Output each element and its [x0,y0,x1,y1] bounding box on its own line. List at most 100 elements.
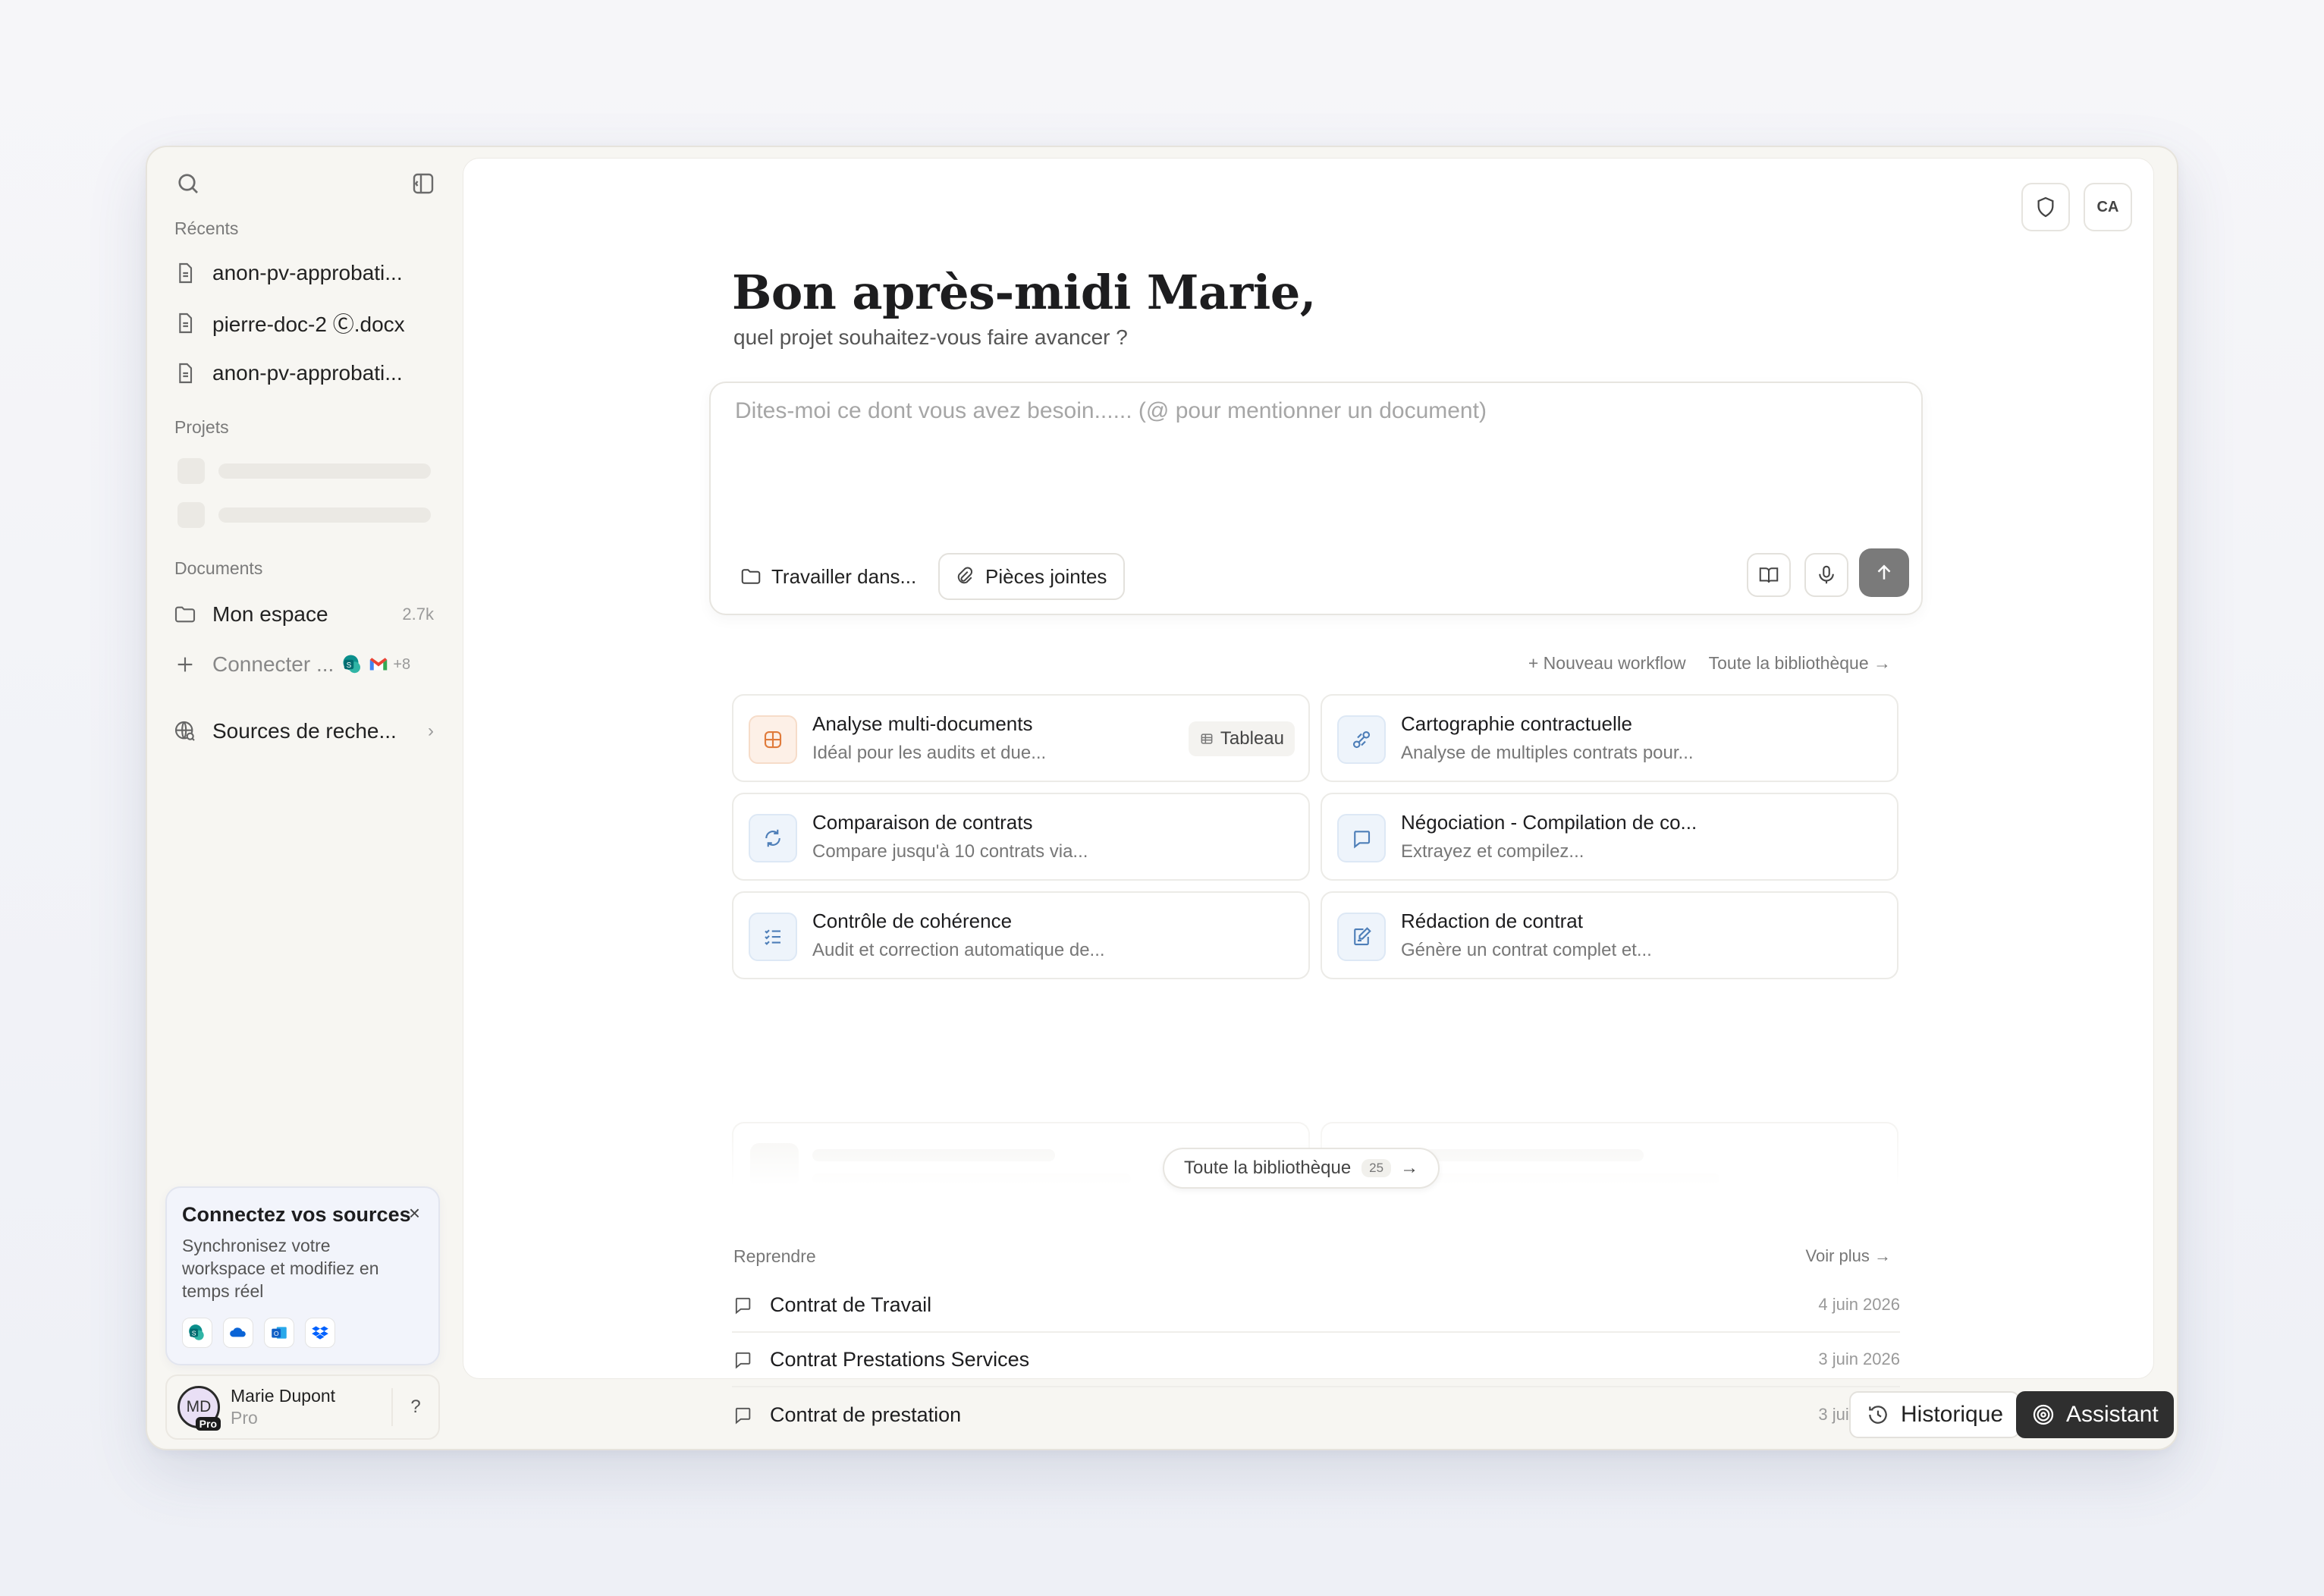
recent-item-label: anon-pv-approbati... [212,361,403,385]
recent-item[interactable]: anon-pv-approbati... [173,250,440,296]
sidebar: Récents anon-pv-approbati... pierre-doc-… [147,147,455,1449]
workflow-card[interactable]: Analyse multi-documents Idéal pour les a… [732,694,1310,782]
connect-card-description: Synchronisez votre workspace et modifiez… [182,1236,379,1301]
outlook-icon[interactable]: O [264,1318,294,1348]
work-in-label: Travailler dans... [771,564,917,588]
new-workflow-link[interactable]: + Nouveau workflow [1528,653,1686,674]
connect-sources-card: Connectez vos sources × Synchronisez vot… [165,1186,440,1365]
profile-button[interactable]: CA [2084,183,2132,231]
workflow-description: Analyse de multiples contrats pour... [1401,743,1694,763]
recent-item[interactable]: anon-pv-approbati... [173,350,440,396]
sharepoint-icon[interactable]: S [182,1318,212,1348]
connector-icons: S +8 [341,653,410,676]
resume-item[interactable]: Contrat de Travail 4 juin 2026 [732,1278,1900,1333]
svg-text:O: O [274,1330,279,1337]
all-library-link[interactable]: Toute la bibliothèque → [1709,653,1891,674]
arrow-up-icon [1877,564,1891,580]
main-panel: CA Bon après-midi Marie, quel projet sou… [463,158,2154,1426]
table-icon [1201,734,1213,744]
chat-bubble-icon [732,1349,753,1370]
projects-heading: Projets [174,417,229,437]
all-library-label: Toute la bibliothèque [1184,1158,1352,1178]
all-library-button[interactable]: Toute la bibliothèque 25 → [1163,1148,1440,1189]
research-sources-item[interactable]: Sources de reche... › [173,708,440,754]
shield-button[interactable] [2021,183,2070,231]
work-in-button[interactable]: Travailler dans... [726,553,933,600]
edit-document-icon [1337,913,1386,961]
map-pin-route-icon [1337,715,1386,764]
attachments-button[interactable]: Pièces jointes [938,553,1126,600]
resume-item-title: Contrat de prestation [770,1403,962,1426]
my-space-item[interactable]: Mon espace 2.7k [173,592,440,637]
clock-history-icon [1866,1403,1890,1427]
user-name: Marie Dupont [231,1386,336,1406]
workflow-card[interactable]: Rédaction de contrat Génère un contrat c… [1321,891,1898,979]
see-more-link[interactable]: Voir plus → [1806,1246,1892,1266]
history-button[interactable]: Historique [1849,1391,2021,1438]
search-icon[interactable] [174,170,202,197]
workflow-card[interactable]: Comparaison de contrats Compare jusqu'à … [732,793,1310,881]
assistant-label: Assistant [2066,1402,2159,1427]
my-space-label: Mon espace [212,602,328,626]
pro-badge: Pro [195,1417,221,1431]
recent-item[interactable]: pierre-doc-2 Ⓒ.docx [173,300,440,346]
svg-text:S: S [192,1329,196,1337]
resume-item-date: 3 juin 2026 [1818,1349,1900,1368]
chat-bubble-icon [732,1404,753,1425]
globe-search-icon [173,719,197,743]
workflow-description: Génère un contrat complet et... [1401,940,1652,960]
connector-more-count: +8 [393,655,411,673]
library-button[interactable] [1747,553,1791,597]
my-space-count: 2.7k [402,605,434,624]
plus-icon [173,652,197,677]
assistant-spiral-icon [2031,1403,2055,1427]
workflow-card[interactable]: Cartographie contractuelle Analyse de mu… [1321,694,1898,782]
recent-item-label: pierre-doc-2 Ⓒ.docx [212,313,405,336]
refresh-icon [749,814,797,862]
onedrive-icon[interactable] [223,1318,253,1348]
shield-icon [2037,196,2054,218]
resume-item-title: Contrat de Travail [770,1293,932,1316]
arrow-right-icon: → [1400,1158,1419,1178]
paperclip-icon [953,565,976,588]
workflow-card[interactable]: Négociation - Compilation de co... Extra… [1321,793,1898,881]
avatar-initials: MD [186,1398,212,1415]
workflow-title: Cartographie contractuelle [1401,712,1632,735]
assistant-button[interactable]: Assistant [2016,1391,2174,1438]
microphone-icon [1819,565,1834,584]
close-icon[interactable]: × [409,1202,420,1225]
dropbox-icon[interactable] [305,1318,335,1348]
resume-item[interactable]: Contrat de prestation 3 juin 2026 [732,1387,1900,1442]
library-count-badge: 25 [1361,1159,1392,1177]
sharepoint-icon: S [343,655,361,674]
help-button[interactable]: ? [391,1388,438,1426]
resume-item[interactable]: Contrat Prestations Services 3 juin 2026 [732,1333,1900,1387]
page-title: Bon après-midi Marie, [732,265,1316,320]
document-icon [173,361,197,385]
resume-item-title: Contrat Prestations Services [770,1347,1030,1371]
checklist-icon [749,913,797,961]
connect-sources-item[interactable]: Connecter ... S +8 [173,642,440,687]
history-label: Historique [1901,1402,2004,1427]
prompt-composer[interactable]: Dites-moi ce dont vous avez besoin......… [709,382,1923,615]
document-icon [173,311,197,335]
workflow-card[interactable]: Contrôle de cohérence Audit et correctio… [732,891,1310,979]
folder-icon [173,602,197,627]
gmail-icon [370,658,388,671]
prompt-input[interactable]: Dites-moi ce dont vous avez besoin......… [735,398,1487,424]
workflow-description: Idéal pour les audits et due... [812,743,1047,763]
recents-heading: Récents [174,218,239,238]
svg-text:S: S [347,661,352,670]
workflow-description: Compare jusqu'à 10 contrats via... [812,841,1088,862]
user-menu[interactable]: MD Pro Marie Dupont Pro ? [165,1375,440,1440]
collapse-sidebar-icon[interactable] [410,170,437,197]
microphone-button[interactable] [1804,553,1848,597]
avatar: MD Pro [177,1386,221,1431]
attachments-label: Pièces jointes [985,564,1107,588]
send-button[interactable] [1859,548,1909,597]
workflow-description: Extrayez et compilez... [1401,841,1584,862]
page-subtitle: quel projet souhaitez-vous faire avancer… [733,325,1128,349]
workflow-tag-label: Tableau [1220,728,1284,749]
workflow-description: Audit et correction automatique de... [812,940,1105,960]
workflow-title: Négociation - Compilation de co... [1401,811,1697,834]
